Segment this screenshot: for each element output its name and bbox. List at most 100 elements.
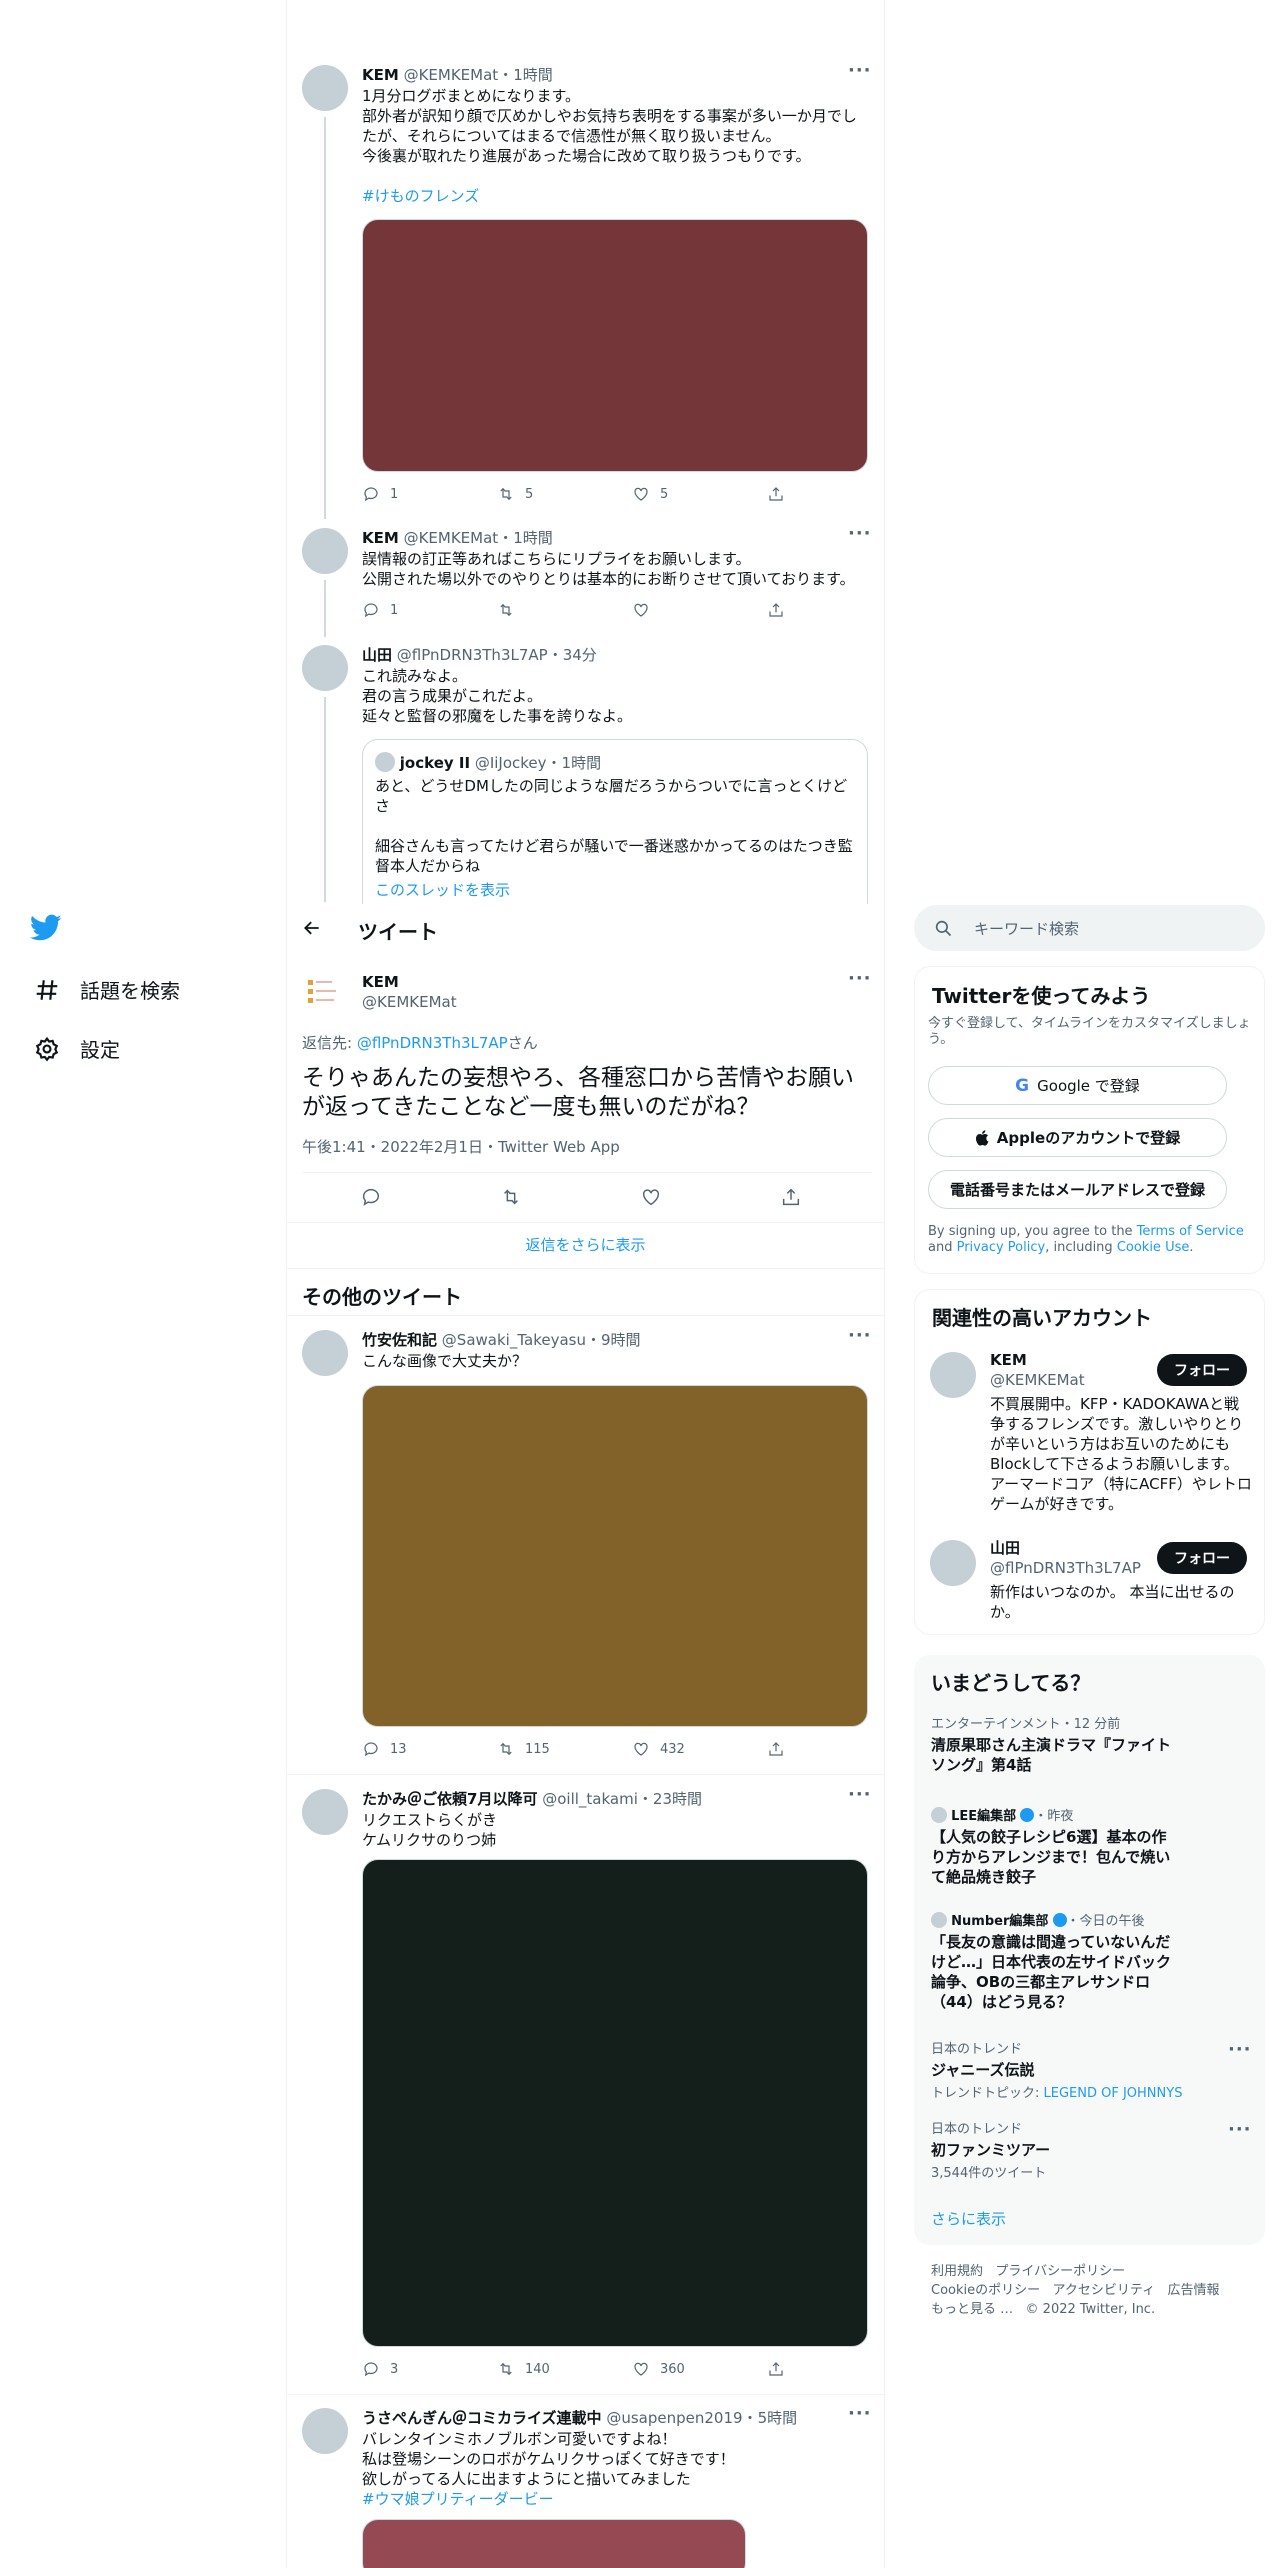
avatar[interactable] <box>302 976 344 1010</box>
author-name[interactable]: うさぺんぎん＠コミカライズ連載中 <box>362 2409 602 2427</box>
tweet-time[interactable]: 34分 <box>563 646 597 664</box>
tweet-image[interactable] <box>362 2519 746 2568</box>
trend-item[interactable]: LEE編集部 ・昨夜 【人気の餃子レシピ6選】基本の作り方からアレンジまで！包ん… <box>931 1805 1171 1887</box>
search-bar[interactable]: キーワード検索 <box>914 905 1265 951</box>
tweet-meta[interactable]: 午後1:41・2022年2月1日・Twitter Web App <box>302 1136 620 1157</box>
trend-item[interactable]: 日本のトレンド ジャニーズ伝説 トレンドトピック: LEGEND OF JOHN… <box>931 2038 1211 2101</box>
account-info[interactable]: 山田 @flPnDRN3Th3L7AP <box>990 1538 1141 1578</box>
more-icon[interactable]: ··· <box>1228 2119 1252 2140</box>
footer-link[interactable]: アクセシビリティ <box>1053 2283 1156 2298</box>
author-handle[interactable]: @oill_takami <box>542 1790 638 1808</box>
back-arrow-icon[interactable] <box>302 918 322 942</box>
avatar[interactable] <box>302 2408 348 2454</box>
share-button[interactable] <box>767 2360 785 2378</box>
reply-button[interactable]: 1 <box>362 601 497 619</box>
retweet-button[interactable]: 115 <box>497 1740 632 1758</box>
reply-button[interactable]: 1 <box>362 485 497 503</box>
more-icon[interactable]: ··· <box>848 523 872 544</box>
author-name[interactable]: 山田 <box>362 646 392 664</box>
tweet-time[interactable]: 5時間 <box>758 2409 798 2427</box>
author-handle[interactable]: @flPnDRN3Th3L7AP <box>397 646 548 664</box>
search-input[interactable]: キーワード検索 <box>974 918 1079 939</box>
retweet-icon <box>504 1189 518 1205</box>
footer: 利用規約 プライバシーポリシー Cookieのポリシー アクセシビリティ 広告情… <box>931 2262 1220 2319</box>
retweet-button[interactable] <box>497 601 632 619</box>
author-handle[interactable]: @Sawaki_Takeyasu <box>442 1331 586 1349</box>
author-name[interactable]: たかみ＠ご依頼7月以降可 <box>362 1790 537 1808</box>
apple-signup-button[interactable]: Appleのアカウントで登録 <box>928 1118 1227 1157</box>
follow-button[interactable]: フォロー <box>1157 1354 1247 1386</box>
tweet-image[interactable] <box>362 1859 868 2347</box>
cookie-link[interactable]: Cookie Use <box>1117 1240 1190 1255</box>
tweet-time[interactable]: 23時間 <box>653 1790 702 1808</box>
author-handle[interactable]: @KEMKEMat <box>404 66 499 84</box>
hashtag-link[interactable]: #けものフレンズ <box>362 186 862 206</box>
reply-button[interactable]: 3 <box>362 2360 497 2378</box>
retweet-button[interactable]: 140 <box>497 2360 632 2378</box>
phone-email-signup-button[interactable]: 電話番号またはメールアドレスで登録 <box>928 1170 1227 1209</box>
avatar[interactable] <box>930 1540 976 1586</box>
reply-button[interactable] <box>360 1186 500 1208</box>
author-handle[interactable]: @KEMKEMat <box>404 529 499 547</box>
tweet-image[interactable] <box>362 219 868 472</box>
hashtag-link[interactable]: #ウマ娘プリティーダービー <box>362 2489 735 2509</box>
share-button[interactable] <box>767 485 785 503</box>
column-divider-right <box>884 0 885 2568</box>
google-signup-button[interactable]: G Google で登録 <box>928 1066 1227 1105</box>
trend-item[interactable]: エンターテインメント・12 分前 清原果耶さん主演ドラマ『ファイトソング』第4話 <box>931 1713 1171 1775</box>
like-button[interactable]: 5 <box>632 485 767 503</box>
reply-button[interactable]: 13 <box>362 1740 497 1758</box>
footer-link[interactable]: Cookieのポリシー <box>931 2283 1040 2298</box>
author-handle[interactable]: @usapenpen2019 <box>606 2409 742 2427</box>
tweet-time[interactable]: 1時間 <box>513 529 553 547</box>
footer-link[interactable]: 広告情報 <box>1168 2283 1220 2298</box>
nav-settings[interactable]: 設定 <box>34 1034 120 1063</box>
share-button[interactable] <box>767 601 785 619</box>
avatar[interactable] <box>302 1330 348 1376</box>
more-icon[interactable]: ··· <box>1228 2039 1252 2060</box>
avatar[interactable] <box>302 528 348 574</box>
footer-more[interactable]: もっと見る … <box>931 2302 1013 2317</box>
tweet-time[interactable]: 1時間 <box>513 66 553 84</box>
retweet-button[interactable] <box>500 1186 640 1208</box>
author-name[interactable]: KEM <box>362 66 399 84</box>
like-button[interactable]: 360 <box>632 2360 767 2378</box>
like-button[interactable]: 432 <box>632 1740 767 1758</box>
privacy-link[interactable]: Privacy Policy <box>957 1240 1046 1255</box>
more-icon[interactable]: ··· <box>848 2403 872 2424</box>
show-thread-link[interactable]: このスレッドを表示 <box>375 880 510 900</box>
tweet-image[interactable] <box>362 1385 868 1727</box>
avatar[interactable] <box>302 65 348 111</box>
avatar[interactable] <box>930 1352 976 1398</box>
avatar[interactable] <box>302 1789 348 1835</box>
reply-to-link[interactable]: @flPnDRN3Th3L7AP <box>357 1034 508 1052</box>
account-info[interactable]: KEM @KEMKEMat <box>990 1350 1085 1390</box>
terms-link[interactable]: Terms of Service <box>1137 1224 1244 1239</box>
more-icon[interactable]: ··· <box>848 1325 872 1346</box>
share-button[interactable] <box>767 1740 785 1758</box>
more-icon[interactable]: ··· <box>848 60 872 81</box>
quote-header: jockey II @IiJockey・1時間 <box>375 752 601 773</box>
more-icon[interactable]: ··· <box>848 968 872 989</box>
author-name[interactable]: 竹安佐和記 <box>362 1331 437 1349</box>
like-button[interactable] <box>640 1186 780 1208</box>
reply-icon <box>364 2362 378 2377</box>
nav-explore[interactable]: 話題を検索 <box>34 975 180 1004</box>
more-icon[interactable]: ··· <box>848 1784 872 1805</box>
share-button[interactable] <box>780 1186 802 1208</box>
like-button[interactable] <box>632 601 767 619</box>
trends-show-more[interactable]: さらに表示 <box>931 2208 1006 2229</box>
footer-link[interactable]: プライバシーポリシー <box>995 2264 1125 2279</box>
footer-link[interactable]: 利用規約 <box>931 2264 983 2279</box>
show-more-replies[interactable]: 返信をさらに表示 <box>287 1234 884 1255</box>
follow-button[interactable]: フォロー <box>1157 1542 1247 1574</box>
trend-item[interactable]: Number編集部 ・今日の午後 「長友の意識は間違っていないんだけど…」日本代… <box>931 1910 1171 2012</box>
tweet-author[interactable]: KEM @KEMKEMat <box>362 972 457 1012</box>
tweet-time[interactable]: 9時間 <box>601 1331 641 1349</box>
avatar[interactable] <box>302 645 348 691</box>
twitter-logo-icon[interactable] <box>29 914 62 946</box>
author-name[interactable]: KEM <box>362 529 399 547</box>
quote-tweet[interactable]: jockey II @IiJockey・1時間 あと、どうせDMしたの同じような… <box>362 739 868 914</box>
retweet-button[interactable]: 5 <box>497 485 632 503</box>
trend-item[interactable]: 日本のトレンド 初ファンミツアー 3,544件のツイート <box>931 2118 1211 2181</box>
